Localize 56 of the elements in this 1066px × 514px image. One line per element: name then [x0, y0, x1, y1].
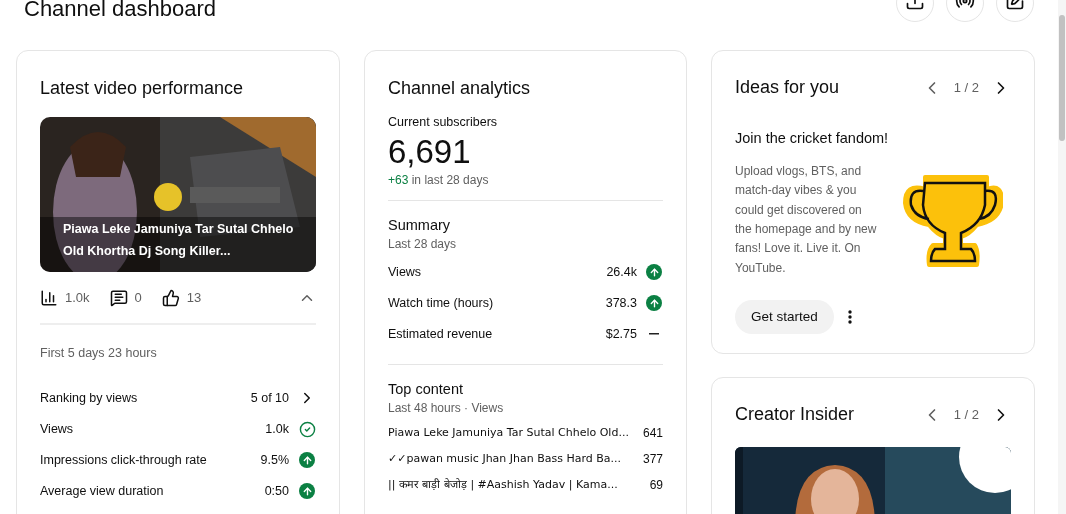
metric-label: Average view duration — [40, 482, 164, 500]
more-options-button[interactable] — [847, 310, 852, 325]
get-started-button[interactable]: Get started — [735, 300, 834, 335]
video-title[interactable]: Piawa Leke Jamuniya Tar Sutal Chhelo Old... — [388, 424, 629, 441]
comment-icon — [109, 289, 128, 307]
stat-value: 1.0k — [65, 289, 90, 308]
page-indicator: 1 / 2 — [953, 78, 979, 97]
dash-icon — [649, 333, 659, 336]
trend-up-icon — [299, 452, 315, 469]
metric-value: 5 of 10 — [250, 389, 289, 407]
card-title: Latest video performance — [40, 77, 245, 100]
section-subtitle: Last 48 hours · Views — [388, 399, 505, 416]
period-label: First 5 days 23 hours — [40, 345, 158, 362]
stat-value: 13 — [186, 289, 202, 308]
metric-value: 26.4k — [606, 263, 637, 281]
card-title: Ideas for you — [735, 76, 840, 99]
idea-description: Upload vlogs, BTS, and match-day vibes & you could get discovered on the homepage and by new fans! Love it. Live it. On YouTube. — [735, 162, 878, 277]
section-title: Summary — [388, 215, 452, 234]
metric-label: Watch time (hours) — [388, 294, 494, 312]
metric-value: $2.75 — [605, 325, 637, 343]
trophy-icon — [903, 172, 1003, 267]
video-title[interactable]: || कमर बाड़ी बेजोड़ | #Aashish Yadav | Kama... — [388, 476, 618, 493]
metric-label: Ranking by views — [40, 389, 138, 407]
thumbs-up-icon — [161, 289, 180, 307]
scrollbar-thumb[interactable] — [1059, 15, 1065, 141]
metric-value: 1.0k — [265, 420, 289, 438]
trend-up-icon — [646, 295, 662, 312]
subscriber-change: +63 in last 28 days — [388, 171, 490, 188]
section-title: Top content — [388, 379, 464, 398]
idea-heading: Join the cricket fandom! — [735, 129, 890, 148]
view-count: 377 — [642, 450, 663, 468]
subscribers-label: Current subscribers — [388, 114, 499, 131]
video-title: Piawa Leke Jamuniya Tar Sutal Chhelo Old Khortha Dj Song Killer... — [63, 221, 295, 260]
metric-value: 0:50 — [264, 482, 289, 500]
metric-label: Views — [40, 420, 74, 438]
metric-value: 378.3 — [605, 294, 637, 312]
video-thumbnail[interactable]: Piawa Leke Jamuniya Tar Sutal Chhelo Old Khortha Dj Song Killer... — [40, 117, 316, 272]
more-icon — [847, 310, 852, 325]
bar-chart-icon — [40, 289, 58, 307]
view-count: 69 — [649, 476, 663, 494]
stat-value: 0 — [134, 289, 142, 308]
metric-label: Views — [388, 263, 422, 281]
section-subtitle: Last 28 days — [388, 235, 458, 252]
page-title: Channel dashboard — [24, 0, 217, 20]
view-count: 641 — [642, 424, 663, 442]
check-icon — [298, 420, 316, 438]
metric-label: Impressions click-through rate — [40, 451, 207, 469]
trend-up-icon — [646, 264, 662, 281]
metric-value: 9.5% — [260, 451, 289, 469]
metric-label: Estimated revenue — [388, 325, 493, 343]
page-indicator: 1 / 2 — [953, 405, 979, 424]
trend-up-icon — [299, 483, 315, 500]
card-title: Channel analytics — [388, 77, 532, 100]
video-title[interactable]: ✓✓pawan music Jhan Jhan Bass Hard Ba... — [388, 450, 622, 467]
card-title: Creator Insider — [735, 403, 855, 426]
subscriber-count: 6,691 — [388, 134, 472, 169]
